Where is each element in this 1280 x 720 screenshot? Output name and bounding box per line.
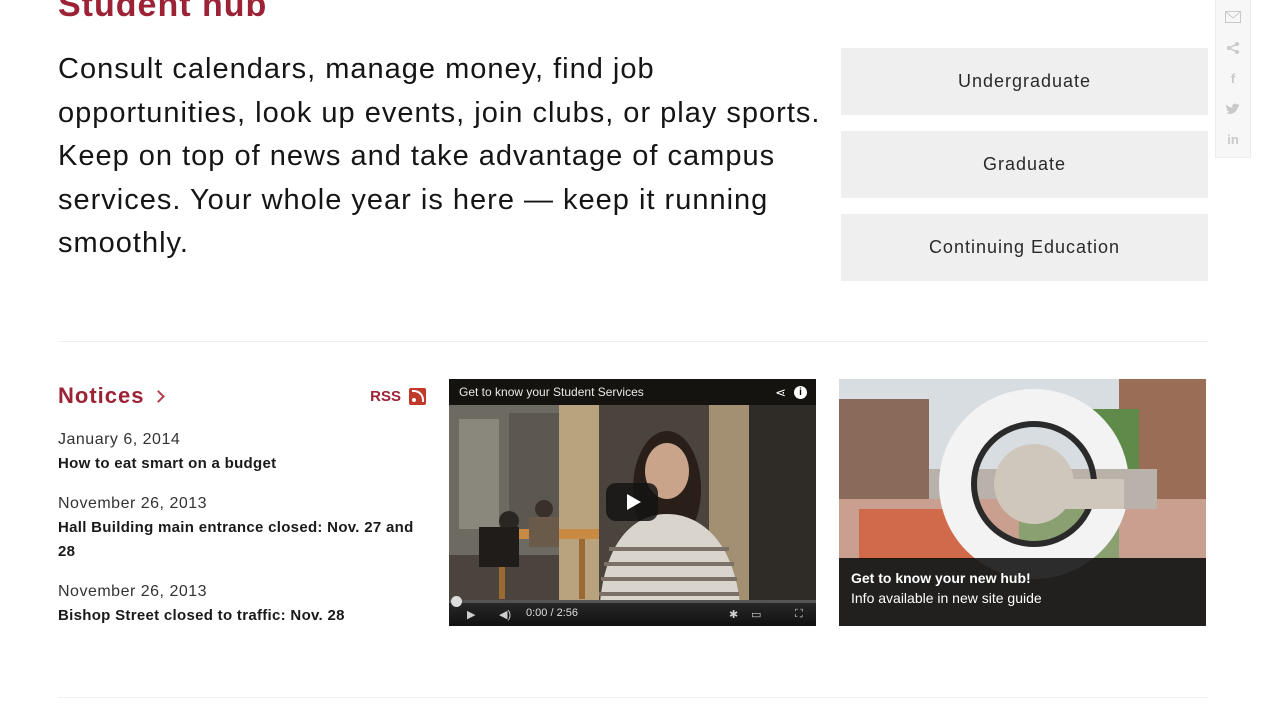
- facebook-icon[interactable]: f: [1224, 69, 1242, 87]
- graduate-button[interactable]: Graduate: [841, 131, 1208, 198]
- twitter-icon[interactable]: [1224, 100, 1242, 118]
- undergraduate-button[interactable]: Undergraduate: [841, 48, 1208, 115]
- settings-icon[interactable]: ✱: [729, 608, 738, 621]
- program-list: Undergraduate Graduate Continuing Educat…: [841, 48, 1208, 297]
- notice-date: November 26, 2013: [58, 495, 208, 512]
- notice-item: November 26, 2013 Bishop Street closed t…: [58, 580, 428, 628]
- continuing-education-button[interactable]: Continuing Education: [841, 214, 1208, 281]
- notice-date: January 6, 2014: [58, 431, 181, 448]
- notices-section: Notices RSS January 6, 2014 How to eat s…: [58, 380, 428, 628]
- notice-item: November 26, 2013 Hall Building main ent…: [58, 492, 428, 564]
- email-icon[interactable]: [1224, 8, 1242, 26]
- rss-icon: [409, 387, 426, 405]
- volume-icon[interactable]: ◀): [499, 608, 511, 621]
- notice-item: January 6, 2014 How to eat smart on a bu…: [58, 428, 428, 476]
- promo-line-1: Get to know your new hub!: [851, 570, 1031, 586]
- promo-banner[interactable]: Get to know your new hub! Info available…: [839, 379, 1206, 626]
- notice-date: November 26, 2013: [58, 583, 208, 600]
- video-controls: ▶ ◀) 0:00 / 2:56 ✱ ▭ ⛶: [449, 596, 816, 626]
- video-player[interactable]: Get to know your Student Services ⋖ i ▶ …: [449, 379, 816, 626]
- rss-label: RSS: [370, 387, 401, 405]
- notices-link[interactable]: Notices: [58, 383, 166, 409]
- share-icon[interactable]: [1224, 39, 1242, 57]
- notices-title: Notices: [58, 383, 145, 408]
- scrubber-handle[interactable]: [451, 596, 462, 607]
- section-divider: [58, 341, 1208, 342]
- intro-text: Consult calendars, manage money, find jo…: [58, 53, 821, 259]
- linkedin-icon[interactable]: in: [1224, 131, 1242, 149]
- promo-caption: Get to know your new hub! Info available…: [839, 558, 1206, 626]
- notice-link[interactable]: Bishop Street closed to traffic: Nov. 28: [58, 604, 428, 628]
- info-icon[interactable]: i: [794, 386, 807, 399]
- share-bar: f in: [1215, 0, 1251, 158]
- rss-link[interactable]: RSS: [370, 387, 426, 405]
- share-icon[interactable]: ⋖: [775, 385, 786, 401]
- play-button[interactable]: [606, 483, 658, 521]
- video-time: 0:00 / 2:56: [526, 607, 578, 619]
- footer-divider: [58, 697, 1208, 698]
- promo-line-2: Info available in new site guide: [851, 590, 1042, 606]
- video-title: Get to know your Student Services: [449, 379, 816, 405]
- notice-link[interactable]: How to eat smart on a budget: [58, 452, 428, 476]
- notice-link[interactable]: Hall Building main entrance closed: Nov.…: [58, 516, 428, 564]
- youtube-icon[interactable]: ▭: [751, 608, 761, 621]
- fullscreen-icon[interactable]: ⛶: [795, 608, 803, 621]
- progress-bar[interactable]: [449, 596, 816, 607]
- page-title: Student hub: [58, 0, 268, 24]
- play-icon[interactable]: ▶: [467, 608, 475, 621]
- chevron-right-icon: [152, 389, 166, 403]
